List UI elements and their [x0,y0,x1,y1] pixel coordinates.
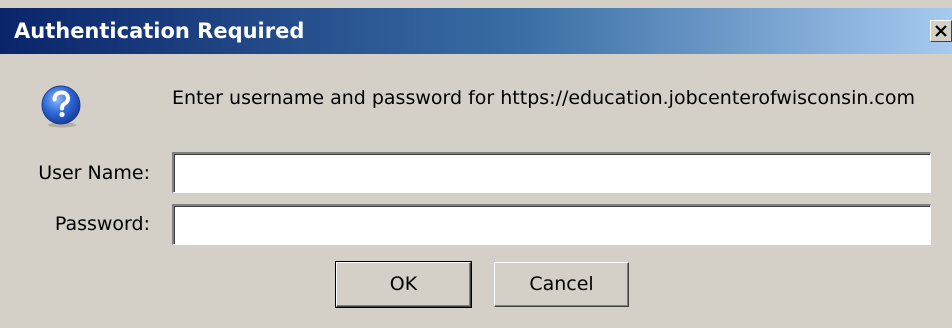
close-icon [935,25,947,37]
username-label: User Name: [38,162,150,184]
question-icon [41,85,81,128]
password-label: Password: [54,213,150,235]
cancel-button[interactable]: Cancel [494,262,629,307]
title-bar: Authentication Required [0,8,952,54]
window-title: Authentication Required [14,19,305,43]
password-input[interactable] [172,204,931,245]
prompt-message: Enter username and password for https://… [172,87,916,109]
ok-button[interactable]: OK [335,261,472,308]
close-button[interactable] [930,20,952,42]
authentication-dialog: Authentication Required Enter username a… [0,0,952,328]
username-input[interactable] [172,152,931,193]
